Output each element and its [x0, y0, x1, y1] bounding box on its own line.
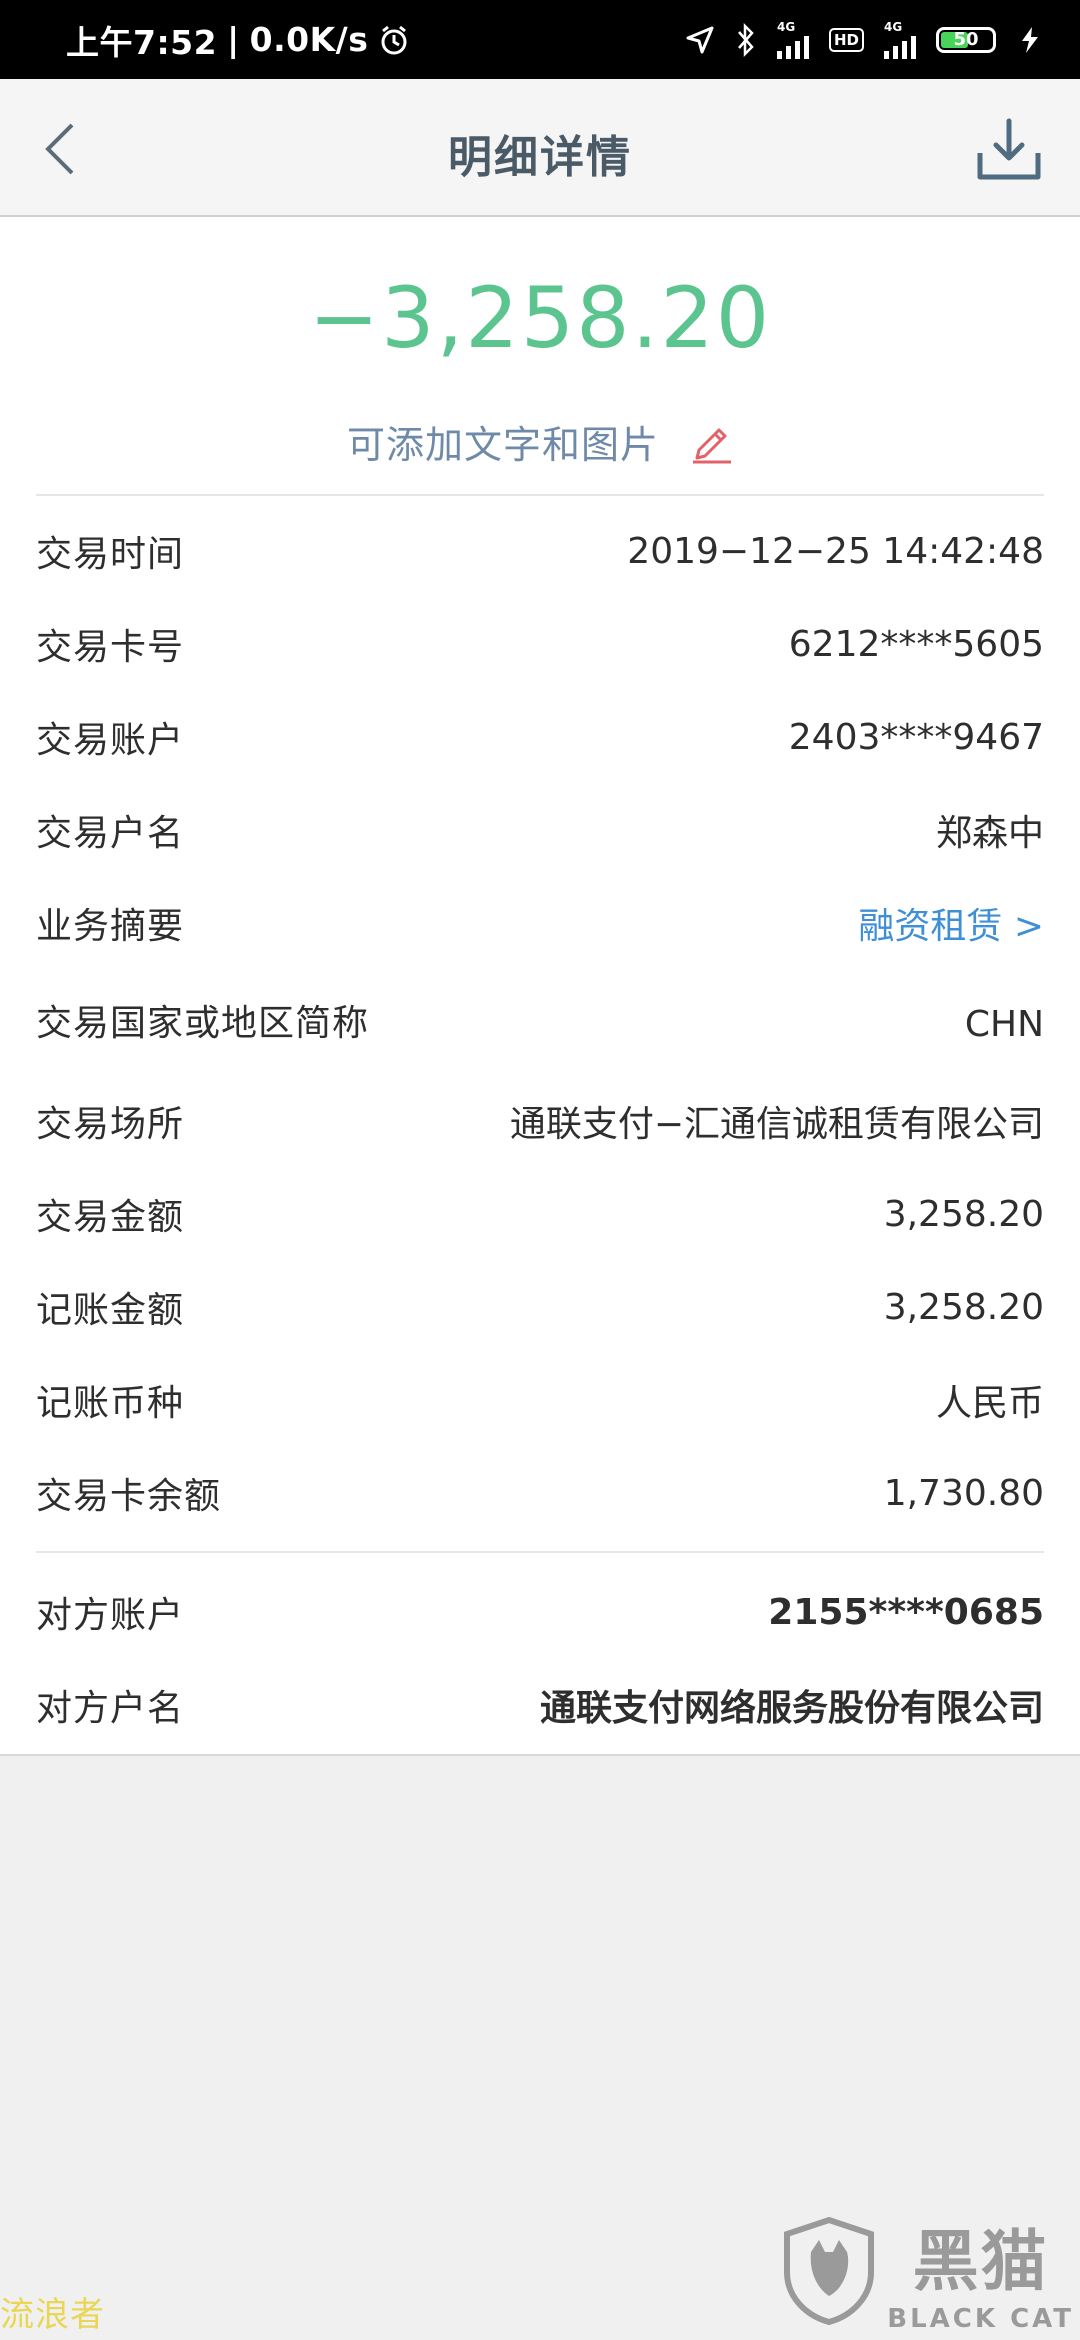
detail-label: 交易户名 — [36, 813, 185, 854]
detail-label: 交易时间 — [36, 534, 185, 575]
transaction-detail-card: −3,258.20 可添加文字和图片 交易时间 2019−12−25 14:42… — [0, 217, 1080, 1756]
detail-row-account-name: 交易户名 郑森中 — [36, 798, 1044, 862]
watermark-brand: 黑猫 BLACK CAT — [887, 2208, 1074, 2334]
detail-label: 记账币种 — [36, 1383, 185, 1424]
detail-value: 2403****9467 — [788, 716, 1044, 758]
status-speed: 0.0K/s — [249, 20, 369, 59]
detail-row-card-number: 交易卡号 6212****5605 — [36, 612, 1044, 676]
business-summary-link[interactable]: 融资租赁 > — [858, 897, 1044, 949]
detail-value: 3,258.20 — [883, 1193, 1044, 1235]
status-separator: | — [227, 20, 240, 59]
edit-pencil-icon — [693, 428, 731, 463]
detail-label: 业务摘要 — [36, 906, 185, 947]
detail-row-country: 交易国家或地区简称 CHN — [36, 969, 1044, 1079]
detail-value: 通联支付−汇通信诚租赁有限公司 — [509, 1104, 1044, 1145]
detail-label: 交易卡余额 — [36, 1476, 222, 1517]
transaction-amount: −3,258.20 — [308, 269, 772, 367]
detail-label: 交易账户 — [36, 720, 185, 761]
watermark-brand-cn: 黑猫 — [912, 2223, 1049, 2300]
detail-value: 人民币 — [935, 1383, 1044, 1424]
status-bar: 上午7:52 | 0.0K/s 4G HD 4G 50 — [0, 0, 1080, 79]
signal-2: 4G — [884, 21, 916, 59]
detail-label: 交易国家或地区简称 — [36, 1003, 370, 1044]
add-note-link[interactable]: 可添加文字和图片 — [0, 414, 1080, 469]
battery-icon: 50 — [936, 26, 996, 53]
detail-value: 通联支付网络服务股份有限公司 — [539, 1688, 1044, 1729]
detail-label: 对方账户 — [36, 1595, 185, 1636]
watermark-brand-en: BLACK CAT — [887, 2304, 1074, 2334]
alarm-icon — [381, 25, 407, 54]
net-type-1: 4G — [776, 19, 796, 34]
detail-row-account: 交易账户 2403****9467 — [36, 705, 1044, 769]
net-type-2: 4G — [884, 19, 903, 34]
watermark-text: 流浪者 — [0, 2295, 105, 2335]
status-time: 上午7:52 — [66, 22, 218, 62]
detail-row-business-summary[interactable]: 业务摘要 融资租赁 > — [36, 891, 1044, 955]
detail-value: 6212****5605 — [788, 623, 1044, 665]
detail-row-transaction-amount: 交易金额 3,258.20 — [36, 1182, 1044, 1246]
detail-value: 2019−12−25 14:42:48 — [627, 530, 1044, 572]
detail-row-booked-amount: 记账金额 3,258.20 — [36, 1275, 1044, 1339]
detail-row-counterparty-account: 对方账户 2155****0685 — [36, 1580, 1044, 1644]
charging-icon — [1022, 26, 1038, 53]
download-icon[interactable] — [974, 115, 1044, 185]
app-header: 明细详情 — [0, 79, 1080, 217]
detail-value: 郑森中 — [935, 813, 1044, 854]
detail-row-merchant: 交易场所 通联支付−汇通信诚租赁有限公司 — [36, 1089, 1044, 1153]
divider — [36, 494, 1044, 496]
detail-row-balance: 交易卡余额 1,730.80 — [36, 1461, 1044, 1525]
add-note-label: 可添加文字和图片 — [346, 423, 659, 467]
location-icon — [686, 26, 714, 53]
detail-row-time: 交易时间 2019−12−25 14:42:48 — [36, 519, 1044, 583]
hd-badge: HD — [828, 27, 864, 52]
cat-shield-icon — [784, 2216, 875, 2326]
detail-row-counterparty-name: 对方户名 通联支付网络服务股份有限公司 — [36, 1673, 1044, 1737]
signal-bars-icon — [884, 33, 916, 59]
detail-value: 2155****0685 — [768, 1591, 1044, 1633]
detail-row-currency: 记账币种 人民币 — [36, 1368, 1044, 1432]
status-left: 上午7:52 | 0.0K/s — [66, 16, 410, 64]
detail-label: 记账金额 — [36, 1290, 185, 1331]
signal-bars-icon — [776, 33, 809, 59]
detail-label: 交易场所 — [36, 1104, 185, 1145]
detail-label: 对方户名 — [36, 1688, 185, 1729]
detail-value: CHN — [964, 1003, 1044, 1045]
divider — [36, 1551, 1044, 1553]
status-right: 4G HD 4G 50 — [685, 21, 1044, 59]
detail-label: 交易卡号 — [36, 627, 185, 668]
battery-level: 50 — [953, 29, 979, 50]
detail-value: 1,730.80 — [883, 1472, 1044, 1514]
signal-1: 4G — [776, 19, 809, 59]
detail-label: 交易金额 — [36, 1197, 185, 1238]
bluetooth-icon — [738, 22, 754, 57]
blackcat-watermark: 黑猫 BLACK CAT — [779, 2208, 1074, 2334]
page-title: 明细详情 — [448, 132, 632, 183]
detail-value: 3,258.20 — [883, 1286, 1044, 1328]
